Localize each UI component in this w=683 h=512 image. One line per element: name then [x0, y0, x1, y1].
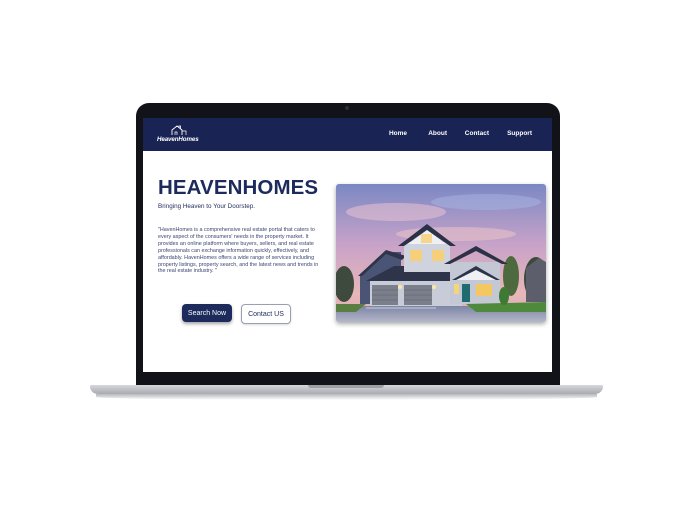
- nav-support[interactable]: Support: [507, 130, 532, 137]
- laptop-base: [90, 385, 603, 394]
- logo[interactable]: HeavenHomes: [157, 125, 205, 145]
- house-logo-icon: [171, 125, 187, 135]
- laptop-screen-bezel: HeavenHomes Home About Contact Support H…: [136, 103, 560, 388]
- search-now-button[interactable]: Search Now: [182, 304, 232, 322]
- contact-us-button[interactable]: Contact US: [241, 304, 291, 324]
- nav-about[interactable]: About: [428, 130, 447, 137]
- house-photo: [336, 184, 546, 322]
- webcam: [345, 106, 349, 110]
- hero-title: HEAVENHOMES: [158, 176, 319, 199]
- navbar: HeavenHomes Home About Contact Support: [143, 118, 552, 151]
- hero-house-image: [336, 184, 546, 322]
- hero-description: "HavenHomes is a comprehensive real esta…: [158, 227, 319, 275]
- laptop-shadow: [96, 394, 597, 400]
- website-viewport: HeavenHomes Home About Contact Support H…: [143, 118, 552, 372]
- laptop-notch: [308, 385, 384, 388]
- nav-home[interactable]: Home: [389, 130, 407, 137]
- nav-contact[interactable]: Contact: [465, 130, 489, 137]
- logo-text: HeavenHomes: [157, 136, 199, 143]
- hero-tagline: Bringing Heaven to Your Doorstep.: [158, 203, 255, 210]
